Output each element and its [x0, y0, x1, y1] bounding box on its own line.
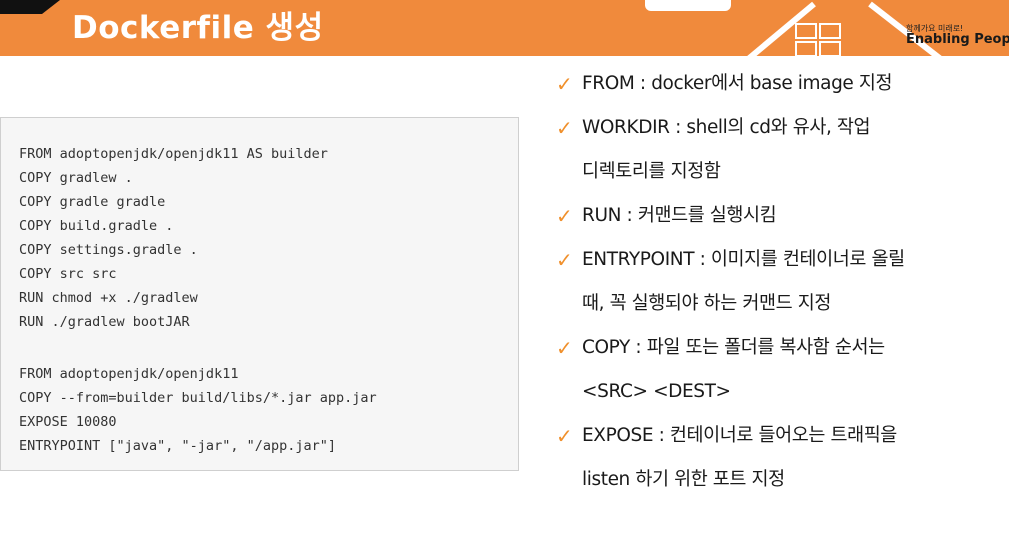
list-item-text: RUN : 커맨드를 실행시킴 [582, 205, 777, 226]
list-item-text: 때, 꼭 실행되야 하는 커맨드 지정 [582, 293, 831, 314]
slide-title: Dockerfile 생성 [72, 10, 324, 46]
checkmark-icon: ✓ [556, 116, 573, 140]
code-line: COPY gradlew . [19, 170, 133, 186]
checkmark-icon: ✓ [556, 72, 573, 96]
code-line: RUN chmod +x ./gradlew [19, 290, 198, 306]
list-item-text: WORKDIR : shell의 cd와 유사, 작업 [582, 117, 871, 138]
checkmark-icon: ✓ [556, 248, 573, 272]
list-item-text: COPY : 파일 또는 폴더를 복사함 순서는 [582, 337, 885, 358]
code-line: ENTRYPOINT ["java", "-jar", "/app.jar"] [19, 438, 336, 454]
list-item-text: 디렉토리를 지정함 [582, 161, 721, 182]
list-item-text: <SRC> <DEST> [582, 381, 731, 402]
list-item-text: listen 하기 위한 포트 지정 [582, 469, 785, 490]
code-line: COPY src src [19, 266, 117, 282]
code-line: COPY settings.gradle . [19, 242, 198, 258]
list-item-text: ENTRYPOINT : 이미지를 컨테이너로 올릴 [582, 249, 905, 270]
checkmark-icon: ✓ [556, 424, 573, 448]
header-tab-notch [645, 0, 731, 11]
code-line: COPY --from=builder build/libs/*.jar app… [19, 390, 377, 406]
house-logo-icon [745, 1, 944, 60]
code-line: FROM adoptopenjdk/openjdk11 [19, 366, 239, 382]
code-line: FROM adoptopenjdk/openjdk11 AS builder [19, 146, 328, 162]
code-line: RUN ./gradlew bootJAR [19, 314, 190, 330]
code-line: EXPOSE 10080 [19, 414, 117, 430]
code-line: COPY build.gradle . [19, 218, 174, 234]
list-item-text: FROM : docker에서 base image 지정 [582, 73, 893, 94]
code-line: COPY gradle gradle [19, 194, 166, 210]
dockerfile-code-block: FROM adoptopenjdk/openjdk11 AS builder C… [0, 117, 519, 471]
list-item-text: EXPOSE : 컨테이너로 들어오는 트래픽을 [582, 425, 897, 446]
checkmark-icon: ✓ [556, 204, 573, 228]
checkmark-icon: ✓ [556, 336, 573, 360]
logo-name: Enabling Peop [906, 32, 1009, 47]
